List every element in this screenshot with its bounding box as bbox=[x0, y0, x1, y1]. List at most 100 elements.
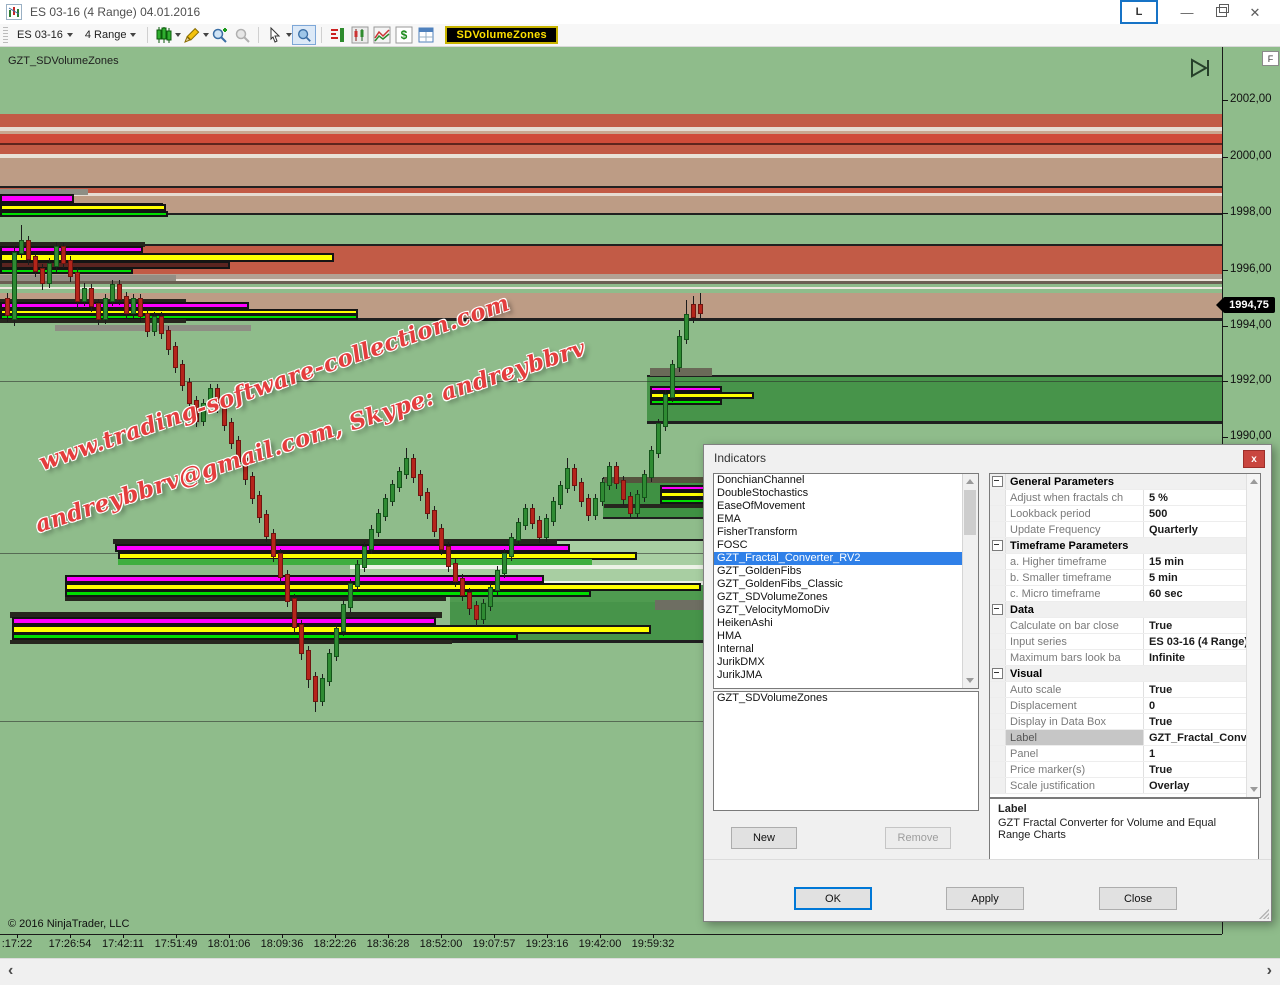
indicator-list-item[interactable]: GZT_GoldenFibs_Classic bbox=[714, 578, 963, 591]
collapse-minus-icon[interactable] bbox=[992, 540, 1003, 551]
indicator-list-item[interactable]: GZT_VelocityMomoDiv bbox=[714, 604, 963, 617]
close-dialog-button[interactable]: Close bbox=[1099, 887, 1177, 910]
property-row[interactable]: Lookback period500 bbox=[990, 506, 1247, 522]
link-button[interactable]: L bbox=[1120, 0, 1158, 24]
property-row[interactable]: Input seriesES 03-16 (4 Range) bbox=[990, 634, 1247, 650]
property-section-header[interactable]: Visual bbox=[990, 666, 1247, 682]
scroll-down-icon[interactable] bbox=[1247, 782, 1261, 797]
property-value[interactable]: 1 bbox=[1144, 746, 1247, 761]
property-row[interactable]: Calculate on bar closeTrue bbox=[990, 618, 1247, 634]
ok-button[interactable]: OK bbox=[794, 887, 872, 910]
window-titlebar[interactable]: ES 03-16 (4 Range) 04.01.2016 L — ✕ bbox=[0, 0, 1280, 24]
resize-grip-icon[interactable] bbox=[1257, 907, 1269, 919]
chart-window-button[interactable] bbox=[349, 26, 371, 44]
new-button[interactable]: New bbox=[731, 827, 797, 849]
cursor-button[interactable] bbox=[264, 26, 286, 44]
property-row[interactable]: b. Smaller timeframe5 min bbox=[990, 570, 1247, 586]
property-row[interactable]: a. Higher timeframe15 min bbox=[990, 554, 1247, 570]
list-scrollbar[interactable] bbox=[962, 474, 978, 688]
scroll-up-icon[interactable] bbox=[1247, 474, 1261, 489]
property-value[interactable]: 500 bbox=[1144, 506, 1247, 521]
collapse-minus-icon[interactable] bbox=[992, 604, 1003, 615]
property-row[interactable]: Price marker(s)True bbox=[990, 762, 1247, 778]
property-row[interactable]: Displacement0 bbox=[990, 698, 1247, 714]
property-row[interactable]: Update FrequencyQuarterly bbox=[990, 522, 1247, 538]
property-row[interactable]: Panel1 bbox=[990, 746, 1247, 762]
horizontal-scrollbar[interactable]: ‹ › bbox=[0, 958, 1280, 985]
collapse-minus-icon[interactable] bbox=[992, 476, 1003, 487]
play-forward-icon[interactable] bbox=[1188, 57, 1212, 86]
property-value[interactable]: True bbox=[1144, 682, 1247, 697]
zoom-region-button[interactable] bbox=[292, 25, 316, 45]
property-row[interactable]: c. Micro timeframe60 sec bbox=[990, 586, 1247, 602]
draw-button[interactable] bbox=[181, 26, 203, 44]
dialog-close-button[interactable]: x bbox=[1243, 450, 1265, 468]
configured-indicator-item[interactable]: GZT_SDVolumeZones bbox=[714, 692, 978, 705]
indicators-dialog[interactable]: Indicators x DonchianChannelDoubleStocha… bbox=[703, 444, 1272, 922]
minimize-button[interactable]: — bbox=[1170, 2, 1204, 22]
close-button[interactable]: ✕ bbox=[1238, 2, 1272, 22]
dollar-button[interactable]: $ bbox=[393, 26, 415, 44]
property-value[interactable]: 0 bbox=[1144, 698, 1247, 713]
property-value[interactable]: Quarterly bbox=[1144, 522, 1247, 537]
indicator-list-item[interactable]: HMA bbox=[714, 630, 963, 643]
instrument-selector[interactable]: ES 03-16 bbox=[11, 27, 79, 43]
scroll-left-icon[interactable]: ‹ bbox=[8, 962, 13, 980]
property-value[interactable]: True bbox=[1144, 762, 1247, 777]
indicator-list-item[interactable]: Internal bbox=[714, 643, 963, 656]
scroll-up-icon[interactable] bbox=[963, 474, 977, 489]
line-chart-button[interactable] bbox=[371, 26, 393, 44]
scrollbar-thumb[interactable] bbox=[964, 490, 976, 535]
indicator-list-item[interactable]: DoubleStochastics bbox=[714, 487, 963, 500]
market-depth-button[interactable] bbox=[327, 26, 349, 44]
dialog-titlebar[interactable]: Indicators bbox=[704, 445, 1271, 471]
available-indicators-list[interactable]: DonchianChannelDoubleStochasticsEaseOfMo… bbox=[713, 473, 979, 689]
indicator-properties-grid[interactable]: General ParametersAdjust when fractals c… bbox=[989, 473, 1261, 798]
zoom-out-button[interactable] bbox=[231, 26, 253, 44]
indicator-list-item[interactable]: GZT_Fractal_Converter_RV2 bbox=[714, 552, 963, 565]
panel-tab-f[interactable]: F bbox=[1262, 51, 1279, 66]
scroll-down-icon[interactable] bbox=[963, 673, 977, 688]
collapse-minus-icon[interactable] bbox=[992, 668, 1003, 679]
indicator-list-item[interactable]: GZT_GoldenFibs bbox=[714, 565, 963, 578]
toolbar-grip[interactable] bbox=[3, 27, 8, 43]
property-section-header[interactable]: Timeframe Parameters bbox=[990, 538, 1247, 554]
remove-button[interactable]: Remove bbox=[885, 827, 951, 849]
indicator-list-item[interactable]: JurikJMA bbox=[714, 669, 963, 682]
restore-button[interactable] bbox=[1204, 2, 1238, 22]
property-value[interactable]: True bbox=[1144, 714, 1247, 729]
indicator-list-item[interactable]: FisherTransform bbox=[714, 526, 963, 539]
property-row[interactable]: Scale justificationOverlay bbox=[990, 778, 1247, 794]
indicator-list-item[interactable]: EMA bbox=[714, 513, 963, 526]
apply-button[interactable]: Apply bbox=[946, 887, 1024, 910]
range-selector[interactable]: 4 Range bbox=[79, 27, 143, 43]
property-value[interactable]: 15 min bbox=[1144, 554, 1247, 569]
property-section-header[interactable]: Data bbox=[990, 602, 1247, 618]
configured-indicators-list[interactable]: GZT_SDVolumeZones bbox=[713, 691, 979, 811]
property-row[interactable]: Maximum bars look baInfinite bbox=[990, 650, 1247, 666]
property-row[interactable]: Display in Data BoxTrue bbox=[990, 714, 1247, 730]
property-row[interactable]: Auto scaleTrue bbox=[990, 682, 1247, 698]
property-section-header[interactable]: General Parameters bbox=[990, 474, 1247, 490]
property-value[interactable]: 5 min bbox=[1144, 570, 1247, 585]
scroll-right-icon[interactable]: › bbox=[1267, 962, 1272, 980]
property-row[interactable]: LabelGZT_Fractal_Converte bbox=[990, 730, 1247, 746]
indicator-list-item[interactable]: HeikenAshi bbox=[714, 617, 963, 630]
indicator-list-item[interactable]: FOSC bbox=[714, 539, 963, 552]
property-value[interactable]: True bbox=[1144, 618, 1247, 633]
chart-style-button[interactable] bbox=[153, 26, 175, 44]
indicator-list-item[interactable]: GZT_SDVolumeZones bbox=[714, 591, 963, 604]
sdvolumezones-button[interactable]: SDVolumeZones bbox=[445, 26, 558, 44]
zoom-in-button[interactable] bbox=[209, 26, 231, 44]
property-row[interactable]: Adjust when fractals ch5 % bbox=[990, 490, 1247, 506]
data-grid-button[interactable] bbox=[415, 26, 437, 44]
property-value[interactable]: ES 03-16 (4 Range) bbox=[1144, 634, 1247, 649]
properties-scrollbar[interactable] bbox=[1246, 474, 1260, 797]
property-value[interactable]: Infinite bbox=[1144, 650, 1247, 665]
indicator-list-item[interactable]: DonchianChannel bbox=[714, 474, 963, 487]
indicator-list-item[interactable]: EaseOfMovement bbox=[714, 500, 963, 513]
property-value[interactable]: Overlay bbox=[1144, 778, 1247, 793]
property-value[interactable]: GZT_Fractal_Converte bbox=[1144, 730, 1247, 745]
indicator-list-item[interactable]: JurikDMX bbox=[714, 656, 963, 669]
property-value[interactable]: 60 sec bbox=[1144, 586, 1247, 601]
